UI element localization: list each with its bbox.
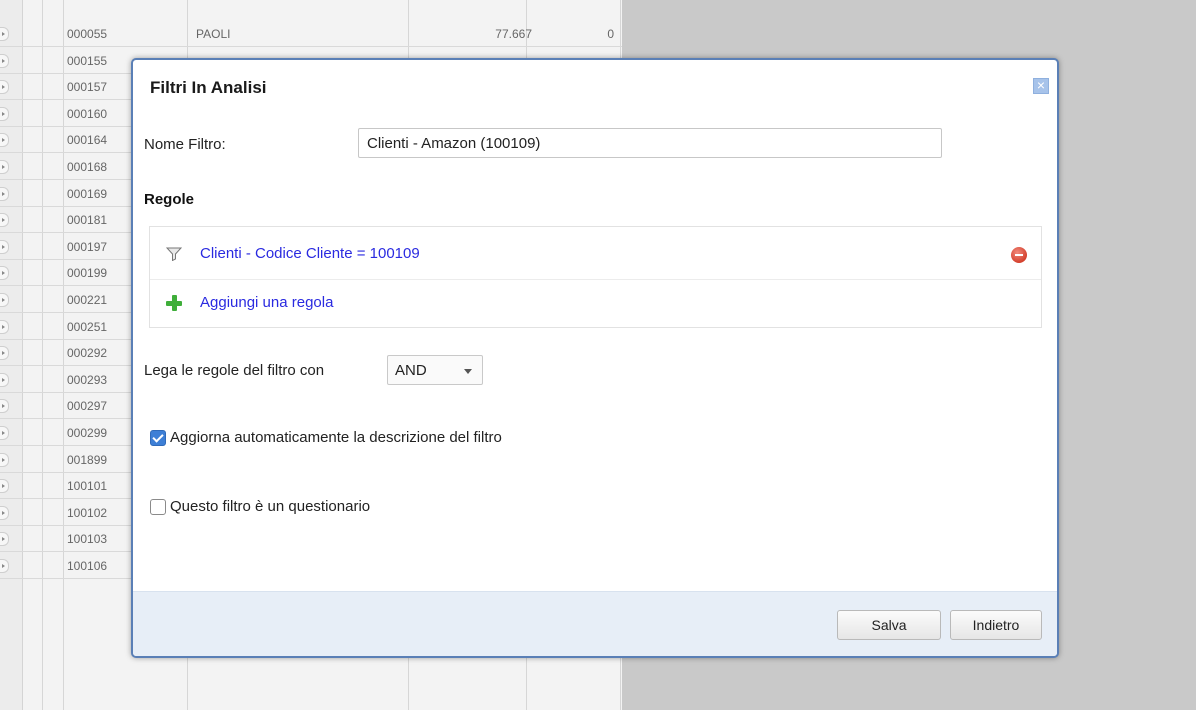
row-code: 000168 <box>67 160 108 174</box>
questionnaire-label[interactable]: Questo filtro è un questionario <box>170 498 370 515</box>
row-expand-icon[interactable] <box>0 53 9 68</box>
filter-dialog: Filtri In Analisi × Nome Filtro: Regole … <box>131 58 1059 658</box>
row-code: 100101 <box>67 479 108 494</box>
row-code: 001899 <box>67 452 108 467</box>
row-expand-icon[interactable] <box>0 160 9 174</box>
row-code: 000293 <box>67 372 108 387</box>
row-code: 000221 <box>67 293 108 307</box>
rules-list: Clienti - Codice Cliente = 100109 Aggiun… <box>149 226 1042 328</box>
row-code: 000197 <box>67 239 108 254</box>
rules-section-title: Regole <box>144 191 195 208</box>
questionnaire-checkbox[interactable] <box>150 499 166 515</box>
row-value-2: 0 <box>607 27 614 41</box>
row-name: PAOLI <box>196 27 231 41</box>
row-expand-icon[interactable] <box>0 106 9 121</box>
row-code: 100102 <box>67 505 108 520</box>
row-expand-icon[interactable] <box>0 186 9 201</box>
combine-operator-value: AND <box>395 362 427 379</box>
back-button[interactable]: Indietro <box>950 610 1042 640</box>
table-row: 000055 PAOLI 77.667 0 <box>0 21 622 47</box>
dialog-footer: Salva Indietro <box>133 591 1057 656</box>
row-expand-icon[interactable] <box>0 372 9 387</box>
row-code: 000164 <box>67 133 108 148</box>
row-expand-icon[interactable] <box>0 532 9 547</box>
plus-icon <box>166 295 182 311</box>
row-code: 100106 <box>67 559 108 573</box>
row-expand-icon[interactable] <box>0 505 9 520</box>
row-code: 100103 <box>67 532 108 547</box>
row-code: 000155 <box>67 53 108 68</box>
row-code: 000055 <box>67 27 108 41</box>
row-code: 000297 <box>67 399 108 414</box>
row-expand-icon[interactable] <box>0 319 9 334</box>
row-code: 000299 <box>67 426 108 440</box>
save-button[interactable]: Salva <box>837 610 941 640</box>
rule-link[interactable]: Clienti - Codice Cliente = 100109 <box>200 245 420 262</box>
funnel-icon <box>166 247 182 261</box>
row-expand-icon[interactable] <box>0 266 9 281</box>
row-expand-icon[interactable] <box>0 426 9 440</box>
auto-update-checkbox[interactable] <box>150 430 166 446</box>
dialog-header: Filtri In Analisi × <box>133 60 1057 104</box>
combine-rules-label: Lega le regole del filtro con <box>144 362 325 379</box>
auto-update-label[interactable]: Aggiorna automaticamente la descrizione … <box>170 429 502 446</box>
filter-name-label: Nome Filtro: <box>144 136 226 153</box>
row-code: 000251 <box>67 319 108 334</box>
row-expand-icon[interactable] <box>0 293 9 307</box>
row-expand-icon[interactable] <box>0 399 9 414</box>
add-rule-row[interactable]: Aggiungi una regola <box>150 279 1041 327</box>
row-expand-icon[interactable] <box>0 452 9 467</box>
row-expand-icon[interactable] <box>0 133 9 148</box>
row-code: 000292 <box>67 346 108 361</box>
row-code: 000181 <box>67 213 108 228</box>
row-expand-icon[interactable] <box>0 239 9 254</box>
dialog-title: Filtri In Analisi <box>150 78 267 97</box>
add-rule-link[interactable]: Aggiungi una regola <box>200 294 333 311</box>
row-value-1: 77.667 <box>495 27 532 41</box>
rule-item[interactable]: Clienti - Codice Cliente = 100109 <box>150 227 1041 280</box>
filter-name-input[interactable] <box>358 128 942 158</box>
remove-icon[interactable] <box>1011 247 1027 263</box>
chevron-down-icon <box>464 369 472 374</box>
row-expand-icon[interactable] <box>0 80 9 95</box>
close-icon[interactable]: × <box>1033 78 1049 94</box>
row-code: 000199 <box>67 266 108 281</box>
row-expand-icon[interactable] <box>0 479 9 494</box>
combine-operator-select[interactable]: AND <box>387 355 483 385</box>
row-expand-icon[interactable] <box>0 213 9 228</box>
row-expand-icon[interactable] <box>0 27 9 41</box>
row-code: 000160 <box>67 106 108 121</box>
row-code: 000157 <box>67 80 108 95</box>
row-code: 000169 <box>67 186 108 201</box>
row-expand-icon[interactable] <box>0 559 9 573</box>
row-expand-icon[interactable] <box>0 346 9 361</box>
